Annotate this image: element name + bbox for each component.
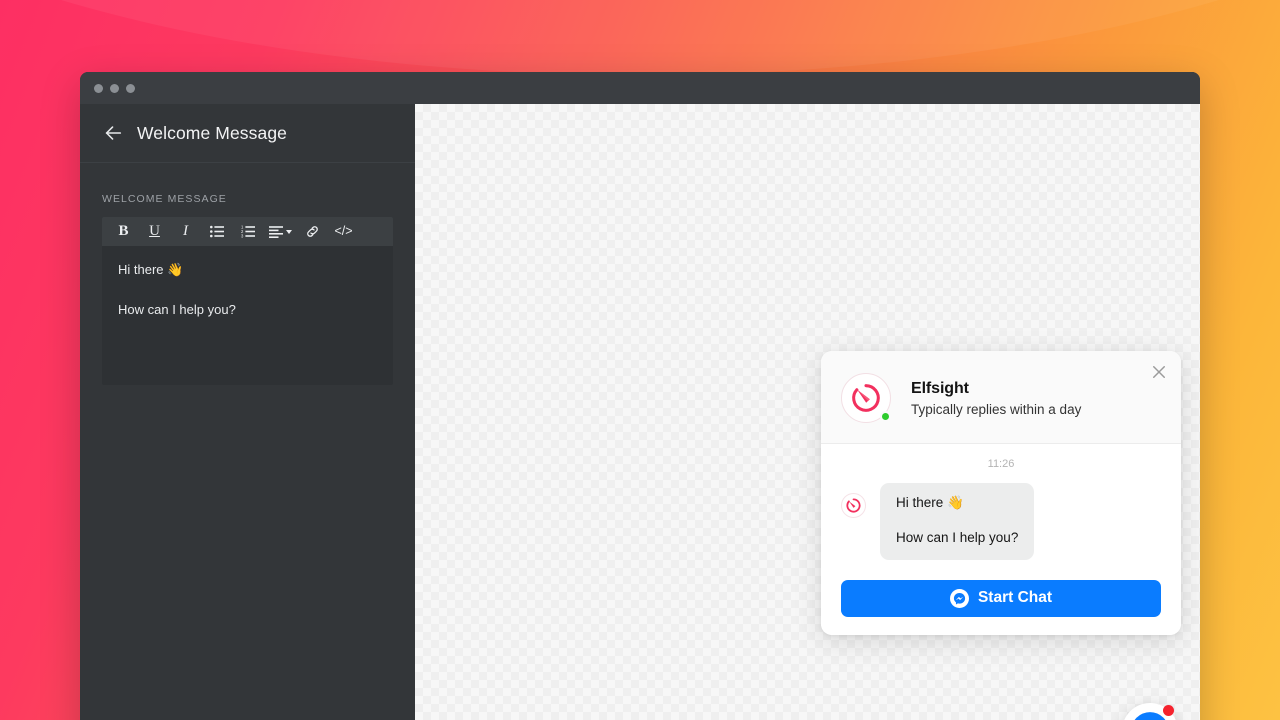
message-line: How can I help you? [896, 529, 1019, 545]
background-arc-decoration [0, 0, 1280, 75]
arrow-left-icon[interactable] [102, 122, 124, 144]
underline-button[interactable]: U [139, 217, 170, 246]
editor-text-area[interactable]: Hi there 👋 How can I help you? [102, 246, 393, 385]
chevron-down-icon [285, 229, 292, 234]
screen: Welcome Message WELCOME MESSAGE B U I 1 … [0, 0, 1280, 720]
messenger-icon [949, 588, 969, 608]
start-chat-label: Start Chat [977, 589, 1053, 607]
link-button[interactable] [297, 217, 328, 246]
editor-toolbar: B U I 1 2 3 </> [102, 217, 393, 246]
panel-header: Welcome Message [80, 104, 415, 163]
message-bubble: Hi there 👋 How can I help you? [880, 483, 1035, 560]
bold-button[interactable]: B [108, 217, 139, 246]
start-chat-button[interactable]: Start Chat [841, 579, 1161, 617]
align-left-icon [268, 225, 292, 238]
bold-icon: B [118, 223, 129, 239]
window-dot-maximize[interactable] [126, 83, 135, 93]
editor-line: Hi there 👋 [118, 262, 184, 277]
avatar [841, 373, 891, 423]
rich-text-editor[interactable]: B U I 1 2 3 </> Hi there 👋 How can I hel… [102, 217, 393, 385]
numbered-list-icon: 1 2 3 [241, 225, 255, 238]
notification-badge [1163, 705, 1174, 716]
agent-name: Elfsight [911, 379, 969, 397]
browser-window: Welcome Message WELCOME MESSAGE B U I 1 … [80, 72, 1200, 720]
italic-icon: I [183, 223, 188, 239]
italic-button[interactable]: I [170, 217, 201, 246]
close-icon[interactable] [1150, 363, 1168, 381]
widget-body: 11:26 Hi there 👋 How can I help you? Sta… [821, 444, 1181, 635]
online-status-dot [880, 411, 891, 422]
window-dot-close[interactable] [94, 83, 103, 93]
window-titlebar [80, 72, 1200, 104]
link-icon [305, 224, 320, 239]
svg-text:3: 3 [241, 234, 244, 238]
code-button[interactable]: </> [328, 217, 359, 246]
bullet-list-icon [209, 225, 224, 238]
panel-content: WELCOME MESSAGE B U I 1 2 3 </> Hi there… [80, 163, 415, 385]
message-timestamp: 11:26 [987, 458, 1015, 470]
messenger-launcher-button[interactable] [1122, 703, 1178, 720]
bullet-list-button[interactable] [201, 217, 232, 246]
preview-canvas: Elfsight Typically replies within a day … [415, 104, 1200, 720]
agent-status: Typically replies within a day [911, 401, 1082, 417]
window-body: Welcome Message WELCOME MESSAGE B U I 1 … [80, 104, 1200, 720]
numbered-list-button[interactable]: 1 2 3 [232, 217, 263, 246]
window-dot-minimize[interactable] [110, 83, 119, 93]
chat-widget: Elfsight Typically replies within a day … [821, 351, 1181, 635]
page-title: Welcome Message [137, 122, 287, 143]
message-row: Hi there 👋 How can I help you? [841, 483, 1161, 560]
agent-info: Elfsight Typically replies within a day [911, 380, 1081, 417]
elfsight-logo-icon [841, 493, 866, 518]
code-icon: </> [334, 224, 353, 239]
editor-line: How can I help you? [118, 301, 236, 317]
settings-panel: Welcome Message WELCOME MESSAGE B U I 1 … [80, 104, 415, 720]
underline-icon: U [149, 223, 160, 239]
message-line: Hi there 👋 [896, 495, 964, 510]
field-label: WELCOME MESSAGE [102, 193, 227, 205]
align-button[interactable] [263, 217, 297, 246]
widget-header: Elfsight Typically replies within a day [821, 351, 1181, 444]
